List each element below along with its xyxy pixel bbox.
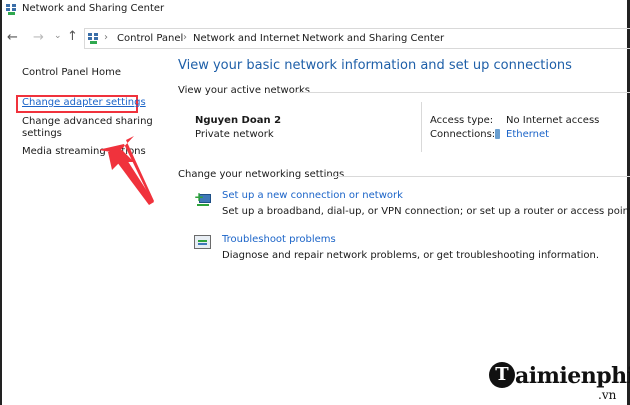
access-type-value: No Internet access bbox=[506, 115, 600, 126]
watermark-logo: T bbox=[489, 362, 515, 388]
window-title: Network and Sharing Center bbox=[22, 3, 165, 14]
back-button[interactable]: ← bbox=[7, 30, 18, 45]
breadcrumb-network-internet[interactable]: Network and Internet bbox=[193, 33, 300, 44]
watermark-brand: aimienphi bbox=[515, 363, 630, 389]
network-type[interactable]: Private network bbox=[195, 129, 274, 140]
sidebar-change-advanced-sharing-line2[interactable]: settings bbox=[22, 128, 62, 139]
network-name: Nguyen Doan 2 bbox=[195, 115, 282, 126]
sidebar-control-panel-home[interactable]: Control Panel Home bbox=[22, 67, 121, 78]
address-bar[interactable]: › Control Panel › Network and Internet ›… bbox=[84, 28, 630, 49]
breadcrumb-separator: › bbox=[291, 32, 295, 43]
setup-connection-description: Set up a broadband, dial-up, or VPN conn… bbox=[222, 206, 630, 217]
troubleshoot-description: Diagnose and repair network problems, or… bbox=[222, 250, 600, 261]
active-networks-heading: View your active networks bbox=[178, 85, 310, 96]
settings-heading: Change your networking settings bbox=[178, 169, 345, 180]
setup-connection-link[interactable]: Set up a new connection or network bbox=[222, 190, 403, 201]
up-button[interactable]: ↑ bbox=[67, 29, 78, 44]
watermark-initial: T bbox=[495, 364, 509, 385]
divider bbox=[326, 176, 630, 177]
control-panel-icon bbox=[88, 33, 99, 44]
troubleshoot-link[interactable]: Troubleshoot problems bbox=[222, 234, 336, 245]
connections-label: Connections: bbox=[430, 129, 496, 140]
troubleshoot-icon bbox=[194, 235, 211, 249]
new-connection-icon: + bbox=[194, 191, 212, 207]
network-center-icon bbox=[6, 4, 17, 15]
forward-button[interactable]: → bbox=[33, 30, 44, 45]
recent-locations-button[interactable]: ⌄ bbox=[54, 31, 62, 41]
ethernet-icon bbox=[495, 129, 500, 139]
watermark-tld: .vn bbox=[598, 388, 617, 402]
access-type-label: Access type: bbox=[430, 115, 494, 126]
page-title: View your basic network information and … bbox=[178, 58, 572, 73]
breadcrumb-sharing-center[interactable]: Network and Sharing Center bbox=[302, 33, 444, 44]
breadcrumb-control-panel[interactable]: Control Panel bbox=[117, 33, 183, 44]
breadcrumb-separator: › bbox=[183, 32, 187, 43]
breadcrumb-separator: › bbox=[104, 32, 108, 43]
vertical-divider bbox=[421, 102, 422, 152]
red-arrow-annotation bbox=[100, 136, 154, 205]
ethernet-link[interactable]: Ethernet bbox=[506, 129, 549, 140]
divider bbox=[296, 92, 630, 93]
